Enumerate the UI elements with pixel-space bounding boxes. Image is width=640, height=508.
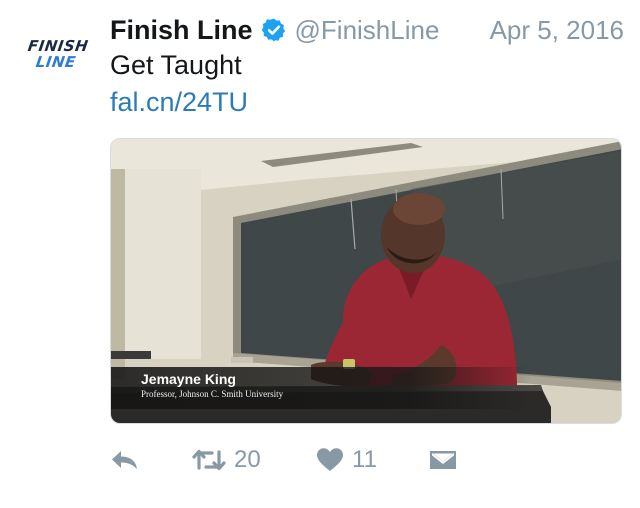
caption-title: Professor, Johnson C. Smith University	[141, 389, 284, 399]
caption-name: Jemayne King	[141, 371, 236, 387]
logo-line-2: LINE	[34, 53, 78, 71]
video-caption: Jemayne King Professor, Johnson C. Smith…	[111, 367, 531, 409]
like-button[interactable]: 11	[316, 440, 377, 480]
tweet-text: Get Taught	[110, 50, 242, 80]
verified-badge-icon	[261, 18, 285, 42]
author-name[interactable]: Finish Line	[110, 15, 253, 46]
retweet-count: 20	[234, 446, 261, 473]
tweet-date[interactable]: Apr 5, 2016	[490, 15, 624, 46]
heart-icon	[317, 448, 343, 471]
video-thumbnail[interactable]: Jemayne King Professor, Johnson C. Smith…	[110, 138, 622, 424]
reply-icon	[112, 451, 137, 469]
direct-message-icon	[430, 451, 456, 469]
avatar[interactable]: FINISH LINE	[14, 24, 100, 84]
retweet-icon	[192, 449, 226, 471]
author-handle[interactable]: @FinishLine	[295, 15, 440, 46]
direct-message-button[interactable]	[428, 440, 458, 480]
reply-button[interactable]	[110, 440, 140, 480]
tweet-header: Finish Line @FinishLine Apr 5, 2016	[110, 12, 624, 48]
tweet: FINISH LINE Finish Line @FinishLine Apr …	[0, 0, 640, 508]
retweet-button[interactable]: 20	[192, 440, 261, 480]
action-bar: 20 11	[110, 440, 470, 480]
tweet-link[interactable]: fal.cn/24TU	[110, 87, 248, 118]
like-count: 11	[352, 446, 377, 473]
logo-line-1: FINISH	[26, 37, 90, 55]
